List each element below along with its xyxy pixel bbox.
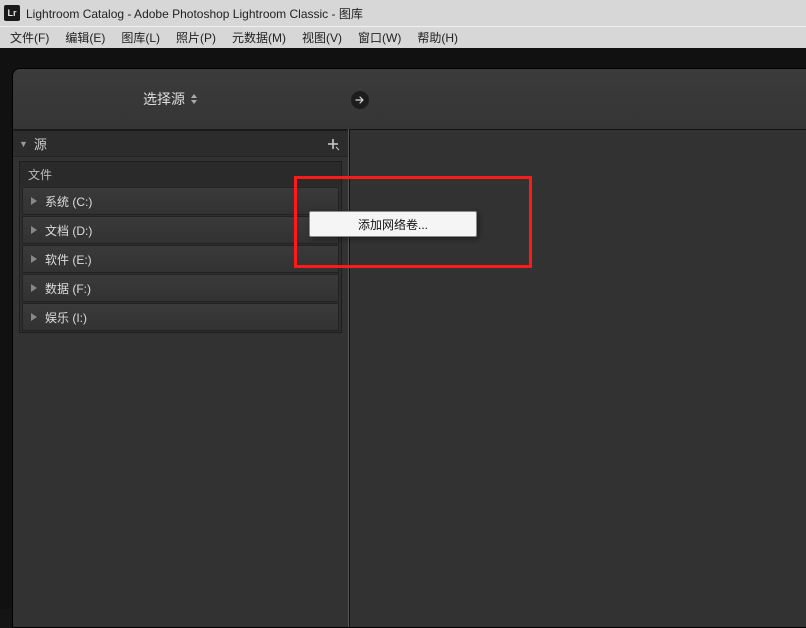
select-source-label: 选择源: [143, 89, 185, 109]
left-column: ▼ 源 文件 系统 (C:): [13, 129, 349, 627]
drive-label: 文档 (D:): [45, 222, 92, 239]
files-label: 文件: [28, 166, 52, 183]
titlebar: Lr Lightroom Catalog - Adobe Photoshop L…: [0, 0, 806, 26]
drive-row[interactable]: 文档 (D:): [22, 216, 339, 244]
drive-label: 数据 (F:): [45, 280, 91, 297]
drive-label: 系统 (C:): [45, 193, 92, 210]
nav-forward-button[interactable]: [351, 91, 369, 109]
drive-label: 软件 (E:): [45, 251, 92, 268]
app-icon: Lr: [4, 5, 20, 21]
drive-label: 娱乐 (I:): [45, 309, 87, 326]
menu-window[interactable]: 窗口(W): [350, 27, 409, 48]
files-panel: 文件 系统 (C:) 文档 (D:) 软件 (E:): [19, 161, 342, 333]
right-column: [349, 129, 806, 627]
select-source-button[interactable]: 选择源: [143, 89, 198, 109]
menu-photo[interactable]: 照片(P): [168, 27, 224, 48]
add-volume-button[interactable]: [324, 135, 342, 153]
window-title: Lightroom Catalog - Adobe Photoshop Ligh…: [26, 5, 363, 22]
plus-icon: [326, 137, 340, 151]
menu-edit[interactable]: 编辑(E): [57, 27, 113, 48]
arrow-right-icon: [355, 95, 365, 105]
chevron-right-icon: [31, 197, 37, 205]
menubar: 文件(F) 编辑(E) 图库(L) 照片(P) 元数据(M) 视图(V) 窗口(…: [0, 26, 806, 48]
sort-arrows-icon: [191, 94, 198, 104]
drive-row[interactable]: 系统 (C:): [22, 187, 339, 215]
workspace: 选择源 ▼ 源: [0, 48, 806, 609]
chevron-right-icon: [31, 226, 37, 234]
context-menu: 添加网络卷...: [309, 211, 477, 237]
body-split: ▼ 源 文件 系统 (C:): [13, 129, 806, 627]
source-label: 源: [34, 134, 47, 153]
menu-file[interactable]: 文件(F): [2, 27, 57, 48]
drive-row[interactable]: 软件 (E:): [22, 245, 339, 273]
menu-library[interactable]: 图库(L): [113, 27, 168, 48]
import-panel: 选择源 ▼ 源: [12, 68, 806, 628]
chevron-right-icon: [31, 255, 37, 263]
disclosure-triangle-down-icon: ▼: [19, 139, 28, 149]
menu-metadata[interactable]: 元数据(M): [224, 27, 294, 48]
source-panel-header[interactable]: ▼ 源: [13, 129, 348, 157]
menu-item-add-network-volume[interactable]: 添加网络卷...: [358, 216, 428, 233]
menu-help[interactable]: 帮助(H): [409, 27, 466, 48]
files-panel-header[interactable]: 文件: [20, 162, 341, 186]
chevron-right-icon: [31, 313, 37, 321]
menu-view[interactable]: 视图(V): [294, 27, 350, 48]
top-bar: 选择源: [13, 69, 806, 129]
drive-row[interactable]: 数据 (F:): [22, 274, 339, 302]
chevron-right-icon: [31, 284, 37, 292]
drive-row[interactable]: 娱乐 (I:): [22, 303, 339, 331]
